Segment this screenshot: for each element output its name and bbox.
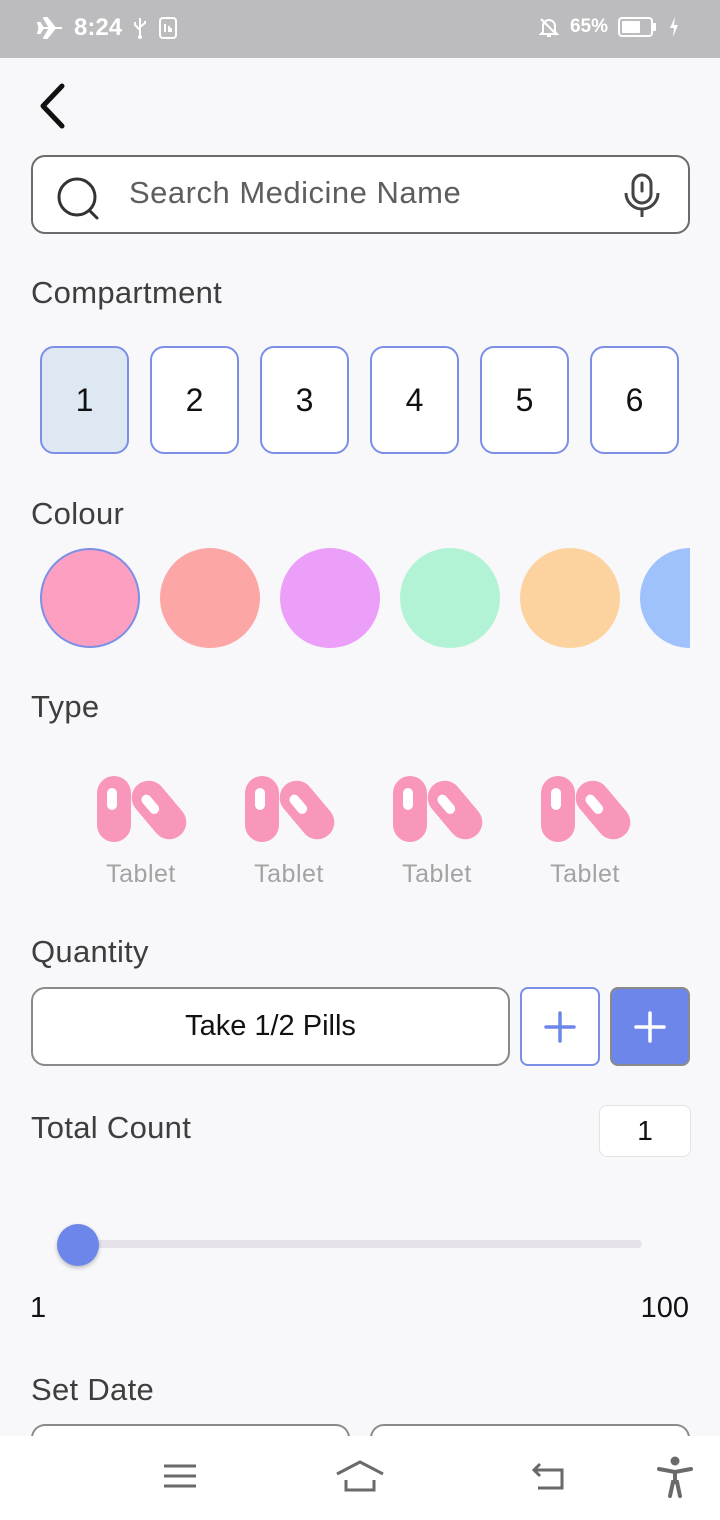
compartment-option-2[interactable]: 2	[150, 346, 239, 454]
type-option-3[interactable]: Tablet	[389, 770, 485, 889]
search-icon	[55, 175, 103, 226]
compartment-option-4[interactable]: 4	[370, 346, 459, 454]
compartment-option-1[interactable]: 1	[40, 346, 129, 454]
slider-max-label: 100	[640, 1292, 689, 1324]
return-icon	[531, 1462, 564, 1490]
colour-swatch-violet[interactable]	[280, 548, 380, 648]
plus-icon	[634, 1010, 666, 1043]
back-nav-button[interactable]	[528, 1456, 568, 1496]
type-label-2: Tablet	[254, 860, 324, 888]
menu-icon	[164, 1464, 196, 1488]
set-date-label: Set Date	[31, 1372, 155, 1407]
navigation-bar	[0, 1436, 720, 1520]
colour-swatch-mint[interactable]	[400, 548, 500, 648]
notifications-off-icon	[538, 16, 560, 38]
total-count-field[interactable]: 1	[599, 1105, 691, 1157]
type-label-3: Tablet	[402, 860, 472, 888]
menu-button[interactable]	[160, 1456, 200, 1496]
accessibility-icon	[657, 1456, 693, 1498]
battery-percent: 65%	[569, 16, 608, 37]
type-label: Type	[31, 689, 100, 724]
total-count-slider-track[interactable]	[78, 1240, 642, 1248]
microphone-icon[interactable]	[622, 173, 662, 224]
accessibility-button[interactable]	[655, 1456, 695, 1498]
quantity-field[interactable]: Take 1/2 Pills	[31, 987, 510, 1066]
debug-icon	[158, 16, 178, 40]
type-option-1[interactable]: Tablet	[93, 770, 189, 889]
capsule-icon	[541, 776, 631, 842]
compartment-selector: 1 2 3 4 5 6	[40, 346, 679, 454]
type-label-4: Tablet	[550, 860, 620, 888]
compartment-option-5[interactable]: 5	[480, 346, 569, 454]
compartment-label: Compartment	[31, 275, 223, 310]
usb-icon	[132, 16, 148, 40]
compartment-option-6[interactable]: 6	[590, 346, 679, 454]
type-option-2[interactable]: Tablet	[241, 770, 337, 889]
home-button[interactable]	[334, 1456, 386, 1496]
colour-selector	[40, 548, 690, 648]
chevron-left-icon	[40, 83, 65, 129]
type-option-4[interactable]: Tablet	[537, 770, 633, 889]
status-bar: 8:24 65%	[0, 0, 720, 58]
home-icon	[336, 1460, 384, 1492]
compartment-option-3[interactable]: 3	[260, 346, 349, 454]
colour-swatch-peach[interactable]	[520, 548, 620, 648]
search-placeholder: Search Medicine Name	[129, 175, 462, 210]
capsule-icon	[97, 776, 187, 842]
colour-swatch-pink[interactable]	[40, 548, 140, 648]
plus-icon	[544, 1010, 576, 1043]
colour-swatch-blue[interactable]	[640, 548, 690, 648]
total-count-slider-thumb[interactable]	[57, 1224, 99, 1266]
charging-icon	[668, 16, 680, 38]
battery-icon	[618, 16, 658, 38]
type-label-1: Tablet	[106, 860, 176, 888]
increment-button[interactable]	[520, 987, 600, 1066]
colour-label: Colour	[31, 496, 125, 531]
quantity-label: Quantity	[31, 934, 149, 969]
capsule-icon	[393, 776, 483, 842]
search-input[interactable]: Search Medicine Name	[31, 155, 690, 234]
slider-min-label: 1	[30, 1292, 47, 1324]
total-count-label: Total Count	[31, 1110, 192, 1145]
airplane-mode-icon	[36, 16, 64, 40]
colour-swatch-salmon[interactable]	[160, 548, 260, 648]
back-button[interactable]	[28, 82, 76, 130]
status-time: 8:24	[74, 14, 123, 41]
add-dose-button[interactable]	[610, 987, 690, 1066]
capsule-icon	[245, 776, 335, 842]
